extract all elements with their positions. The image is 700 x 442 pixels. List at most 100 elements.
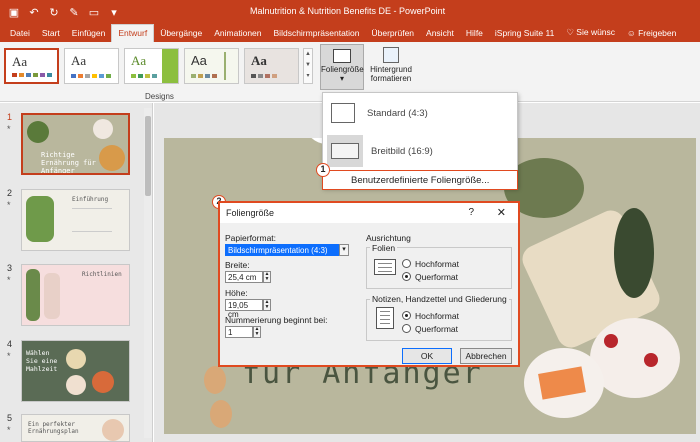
callout-number: 1 [316,163,330,177]
thumb-star: * [7,425,11,435]
thumb-number: 1 [7,112,13,122]
more-icon[interactable]: ▾ [306,73,309,79]
thumb-food-image [102,419,124,441]
tab-tellme-label: Sie wünsc [576,27,616,37]
thumb-number: 3 [7,263,13,273]
thumbnail-scrollbar[interactable] [144,108,152,438]
tab-share-label: Freigeben [638,28,677,38]
theme-aa: Aa [251,53,267,68]
tab-insert[interactable]: Einfügen [66,25,112,42]
theme-5[interactable]: Aa [244,48,299,84]
tab-design[interactable]: Entwurf [111,24,155,42]
chevron-down-icon[interactable]: ▾ [339,244,349,256]
thumb-food-image [26,196,54,242]
menu-item-widescreen[interactable]: Breitbild (16:9) [327,135,515,167]
scroll-down-icon[interactable]: ▼ [305,62,311,68]
height-field[interactable]: 19,05 cm [225,299,263,319]
notes-portrait-label: Hochformat [415,311,459,321]
slide-thumbnail-3[interactable]: Richtlinien [21,264,130,326]
tab-slideshow[interactable]: Bildschirmpräsentation [268,25,366,42]
paint-bucket-icon [383,47,399,63]
scroll-down-icon[interactable]: ▼ [255,331,260,337]
slides-landscape-label: Querformat [415,272,458,282]
ok-button[interactable]: OK [402,348,452,364]
dark-leaf-shape [614,208,654,298]
theme-3[interactable]: Aa [124,48,179,84]
tab-tellme[interactable]: ♡ Sie wünsc [560,24,621,42]
ribbon-tabs: Datei Start Einfügen Entwurf Übergänge A… [0,24,700,42]
tab-share[interactable]: ☺ Freigeben [621,25,682,42]
thumb-food-image [93,119,113,139]
tab-review[interactable]: Überprüfen [366,25,421,42]
close-icon[interactable]: ✕ [497,206,506,219]
notes-portrait-radio[interactable] [402,311,411,320]
scrollbar-thumb[interactable] [145,116,151,196]
tab-file[interactable]: Datei [4,25,36,42]
menu-item-standard-label: Standard (4:3) [367,107,428,119]
help-icon[interactable]: ? [468,207,474,218]
tab-view[interactable]: Ansicht [420,25,460,42]
theme-colors [191,74,217,78]
lightbulb-icon: ♡ [566,27,577,37]
slide-thumbnail-5[interactable]: Ein perfekter Ernährungsplan [21,414,130,442]
menu-item-custom-size[interactable]: Benutzerdefinierte Foliengröße... [322,170,518,190]
slides-group-label: Folien [370,243,398,253]
theme-accent-shape [224,52,236,80]
cancel-button[interactable]: Abbrechen [460,348,512,364]
slide-thumbnail-2[interactable]: Einführung [21,189,130,251]
tab-animations[interactable]: Animationen [208,25,267,42]
menu-item-standard[interactable]: Standard (4:3) [331,99,428,127]
themes-scroll[interactable]: ▲ ▼ ▾ [303,48,313,84]
paper-format-select[interactable]: Bildschirmpräsentation (4:3) [225,244,339,256]
thumb-food-image [26,269,40,321]
redo-icon[interactable]: ↻ [44,6,64,19]
aspect-16-9-icon-bg [327,135,363,167]
scroll-down-icon[interactable]: ▼ [265,276,270,282]
slide-thumbnail-1[interactable]: Richtige Ernährung für Anfänger [21,113,130,175]
egg-image [210,400,232,428]
tab-help[interactable]: Hilfe [460,25,489,42]
slide-size-dialog: Foliengröße ? ✕ Papierformat: Bildschirm… [218,201,520,367]
paper-format-label: Papierformat: [225,233,277,243]
slide-size-label: Foliengröße [321,65,364,74]
present-icon[interactable]: ▭ [84,6,104,19]
slide-size-button[interactable]: Foliengröße ▾ [320,44,364,90]
thumb-food-image [99,145,125,171]
scroll-up-icon[interactable]: ▲ [305,51,311,57]
group-label-designs: Designs [145,92,174,101]
theme-2[interactable]: Aa [64,48,119,84]
theme-colors [12,73,52,77]
slides-portrait-radio[interactable] [402,259,411,268]
width-field[interactable]: 25,4 cm [225,271,263,283]
thumb-food-image [44,273,60,319]
numbering-spinner[interactable]: ▲ ▼ [253,326,261,338]
thumb-food-image [66,375,86,395]
theme-1[interactable]: Aa [4,48,59,84]
scroll-down-icon[interactable]: ▼ [265,304,270,310]
width-label: Breite: [225,260,250,270]
tab-ispring[interactable]: iSpring Suite 11 [489,25,560,42]
thumb-star: * [7,124,11,134]
thumb-star: * [7,351,11,361]
theme-aa: Aa [71,53,87,68]
format-background-button[interactable]: Hintergrund formatieren [368,44,414,90]
slide-thumbnail-4[interactable]: Wählen Sie eine Mahlzeit [21,340,130,402]
notes-group-label: Notizen, Handzettel und Gliederung [370,294,509,304]
thumb-food-image [66,349,86,369]
egg-image [204,366,226,394]
height-spinner[interactable]: ▲ ▼ [263,299,271,311]
notes-landscape-radio[interactable] [402,324,411,333]
undo-icon[interactable]: ↶ [24,6,44,19]
save-icon[interactable]: ▣ [4,6,24,19]
numbering-field[interactable]: 1 [225,326,253,338]
thumb-text-lines [72,208,112,232]
thumb-text: Richtlinien [82,271,122,278]
format-painter-icon[interactable]: ✎ [64,6,84,19]
theme-4[interactable]: Aa [184,48,239,84]
tab-transitions[interactable]: Übergänge [154,25,208,42]
width-spinner[interactable]: ▲ ▼ [263,271,271,283]
slides-landscape-radio[interactable] [402,272,411,281]
thumb-food-image [92,371,114,393]
quick-access-customize-icon[interactable]: ▾ [104,6,124,19]
tab-home[interactable]: Start [36,25,66,42]
